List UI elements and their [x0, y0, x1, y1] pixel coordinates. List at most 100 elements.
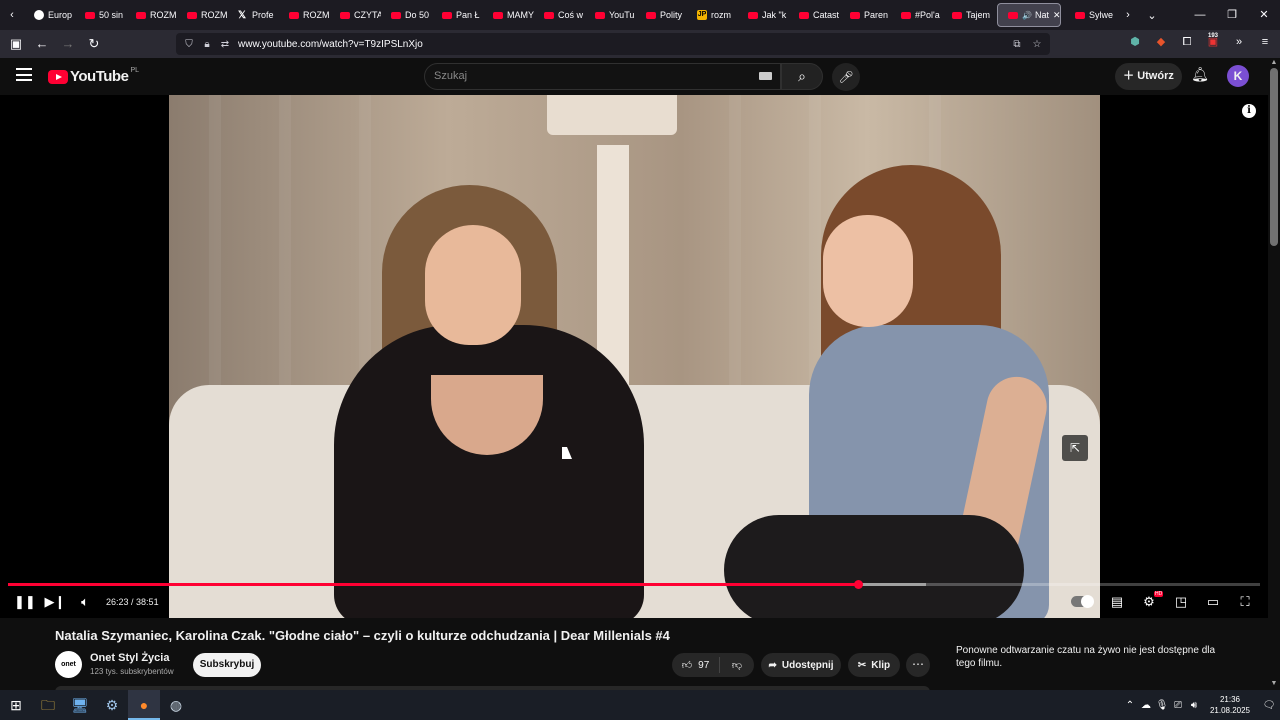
person-left-body [334, 325, 644, 618]
tab-1[interactable]: 50 sin [75, 0, 126, 30]
network-icon[interactable]: ⎚ [1170, 700, 1186, 711]
channel-avatar[interactable]: onet [55, 651, 82, 678]
badge-extension-icon[interactable]: ▣ 193 [1204, 33, 1222, 51]
tab-6[interactable]: CZYTA [330, 0, 381, 30]
permissions-icon[interactable]: ⇄ [216, 39, 234, 50]
firefox-icon[interactable]: ● [128, 690, 160, 720]
create-button[interactable]: ＋ Utwórz [1115, 63, 1182, 90]
buffer-bar [858, 583, 926, 586]
avatar[interactable]: K [1227, 65, 1249, 87]
search-button[interactable]: ⌕ [781, 63, 823, 90]
tab-3[interactable]: ROZM [177, 0, 228, 30]
reload-icon[interactable]: ↻ [82, 32, 106, 56]
control-panel-icon[interactable]: 🖥︎ [64, 690, 96, 720]
tab-active[interactable]: 🔊 Nat ✕ [997, 3, 1061, 27]
sidebar-toggle-icon[interactable]: ▣ [4, 32, 28, 56]
theater-mode-icon[interactable]: ▭ [1202, 591, 1224, 613]
minimize-icon[interactable]: — [1184, 0, 1216, 30]
ublock-extension-icon[interactable]: ◆ [1152, 33, 1170, 51]
fullscreen-icon[interactable]: ⛶ [1234, 591, 1256, 613]
shield-icon[interactable]: ⛉ [180, 39, 198, 50]
extensions-icon[interactable]: ⧠ [1178, 33, 1196, 51]
tab-16[interactable]: Paren [840, 0, 891, 30]
progress-bar[interactable] [8, 580, 1260, 589]
create-label: Utwórz [1137, 70, 1174, 82]
scroll-tabs-left-icon[interactable]: ‹ [0, 9, 24, 21]
info-icon[interactable]: i [1242, 104, 1256, 118]
url-text[interactable]: www.youtube.com/watch?v=T9zIPSLnXjo [238, 39, 423, 50]
tab-7[interactable]: Do 50 [381, 0, 432, 30]
scrollbar-thumb[interactable] [1270, 68, 1278, 246]
more-actions-icon[interactable]: ⋯ [906, 653, 930, 677]
person-right-pants [724, 515, 1024, 618]
autoplay-toggle[interactable] [1071, 595, 1094, 608]
tab-5[interactable]: ROZM [279, 0, 330, 30]
tab-label: Polity [660, 10, 683, 20]
tab-11[interactable]: YouTu [585, 0, 636, 30]
tab-17[interactable]: #Pol'a [891, 0, 942, 30]
lock-icon[interactable]: 🔒︎ [198, 39, 216, 50]
guide-menu-icon[interactable] [16, 68, 32, 81]
bookmark-star-icon[interactable]: ☆ [1028, 39, 1046, 50]
microphone-tray-icon[interactable]: 🎙︎ [1154, 700, 1170, 711]
volume-tray-icon[interactable]: 🔊︎ [1186, 700, 1202, 711]
restore-icon[interactable]: ❐ [1216, 0, 1248, 30]
subscribe-button[interactable]: Subskrybuj [193, 653, 261, 677]
show-hidden-icons-icon[interactable]: ⌃ [1122, 700, 1138, 711]
file-explorer-icon[interactable]: 🗀 [32, 690, 64, 720]
expand-miniplayer-icon[interactable]: ⇱ [1062, 435, 1088, 461]
app-icon[interactable]: ◍ [160, 690, 192, 720]
video-frame[interactable] [169, 95, 1100, 618]
onedrive-icon[interactable]: ☁ [1138, 700, 1154, 711]
thumbs-down-icon: 👎︎ [731, 660, 743, 671]
miniplayer-icon[interactable]: ◳ [1170, 591, 1192, 613]
clip-button[interactable]: ✂ Klip [848, 653, 900, 677]
tab-8[interactable]: Pan Ł [432, 0, 483, 30]
forward-icon[interactable]: → [56, 32, 80, 56]
tab-4[interactable]: 𝕏 Profe [228, 0, 279, 30]
clock-date: 21.08.2025 [1209, 706, 1251, 715]
next-icon[interactable]: ▶❙ [44, 591, 66, 613]
search-input[interactable]: Szukaj [424, 63, 781, 90]
picture-in-picture-icon[interactable]: ⧉ [1008, 39, 1026, 50]
volume-icon[interactable]: 🔈︎ [76, 591, 94, 613]
scroll-down-arrow-icon[interactable]: ▼ [1268, 680, 1280, 688]
tab-10[interactable]: Coś w [534, 0, 585, 30]
speaker-icon[interactable]: 🔊 [1022, 11, 1032, 20]
close-tab-icon[interactable]: ✕ [1053, 10, 1060, 21]
video-player[interactable]: i ⇱ ❚❚ ▶❙ 🔈︎ 26:23 / 38:51 ▤ ⚙ HD ◳ ▭ ⛶ [0, 95, 1268, 618]
youtube-icon [544, 11, 554, 19]
pause-icon[interactable]: ❚❚ [14, 591, 36, 613]
tab-18[interactable]: Tajem [942, 0, 993, 30]
windows-start-icon[interactable]: ⊞ [0, 690, 32, 720]
tab-15[interactable]: Catast [789, 0, 840, 30]
tab-12[interactable]: Polity [636, 0, 687, 30]
tab-2[interactable]: ROZM [126, 0, 177, 30]
subtitles-icon[interactable]: ▤ [1106, 591, 1128, 613]
scroll-up-arrow-icon[interactable]: ▲ [1268, 59, 1280, 67]
keyboard-icon[interactable] [759, 72, 772, 80]
tab-13[interactable]: JP rozm [687, 0, 738, 30]
like-button[interactable]: 👍︎ 97 [672, 657, 720, 673]
privacy-extension-icon[interactable]: ⬢ [1126, 33, 1144, 51]
youtube-logo[interactable]: YouTube PL [48, 67, 139, 85]
back-icon[interactable]: ← [30, 32, 54, 56]
notifications-bell-icon[interactable]: 🔔︎ [1190, 66, 1210, 86]
notifications-icon[interactable]: 🗨︎ [1258, 700, 1280, 711]
address-bar[interactable]: ⛉ 🔒︎ ⇄ www.youtube.com/watch?v=T9zIPSLnX… [176, 33, 1050, 55]
tab-9[interactable]: MAMY [483, 0, 534, 30]
dislike-button[interactable]: 👎︎ [720, 659, 754, 671]
app-menu-icon[interactable]: ≡ [1256, 33, 1274, 51]
taskbar-clock[interactable]: 21:36 21.08.2025 [1208, 694, 1252, 716]
tab-0[interactable]: Europ [24, 0, 75, 30]
steam-icon[interactable]: ⚙ [96, 690, 128, 720]
list-all-tabs-icon[interactable]: ⌄ [1140, 9, 1164, 22]
scroll-tabs-right-icon[interactable]: › [1116, 9, 1140, 21]
tab-14[interactable]: Jak "k [738, 0, 789, 30]
voice-search-button[interactable]: 🎤︎ [832, 63, 860, 91]
share-button[interactable]: ➦ Udostępnij [761, 653, 841, 677]
tab-a0[interactable]: Sylwe [1065, 0, 1116, 30]
overflow-menu-icon[interactable]: » [1230, 33, 1248, 51]
close-window-icon[interactable]: ✕ [1248, 0, 1280, 30]
channel-name[interactable]: Onet Styl Życia [90, 652, 169, 664]
